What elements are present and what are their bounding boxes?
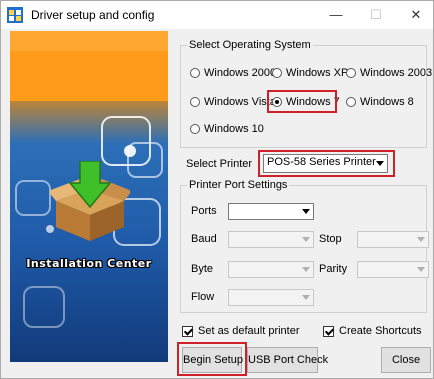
os-group-legend: Select Operating System [189,39,311,51]
highlight-begin-setup [177,342,247,376]
flow-label: Flow [191,291,215,303]
port-settings-legend: Printer Port Settings [189,179,288,191]
stop-select[interactable] [357,231,429,248]
select-printer-label: Select Printer [186,158,253,170]
baud-select[interactable] [228,231,314,248]
radio-windows-xp[interactable]: Windows XP [272,67,348,79]
radio-button[interactable] [190,68,200,78]
radio-button[interactable] [272,68,282,78]
maximize-button[interactable]: ☐ [359,1,393,29]
radio-button[interactable] [346,68,356,78]
radio-windows-vista[interactable]: Windows Vista [190,96,276,108]
checkbox-checked[interactable] [182,325,193,337]
ports-select[interactable] [228,203,314,220]
radio-button[interactable] [346,97,356,107]
radio-windows-2003[interactable]: Windows 2003 [346,67,432,79]
stop-label: Stop [319,233,342,245]
chevron-down-icon[interactable] [298,262,313,277]
close-window-button[interactable]: ✕ [399,1,433,29]
chevron-down-icon[interactable] [413,232,428,247]
banner-title: Installation Center [26,257,152,270]
default-printer-checkbox[interactable]: Set as default printer [182,325,300,337]
radio-button[interactable] [190,97,200,107]
baud-label: Baud [191,233,217,245]
window-title: Driver setup and config [31,8,155,22]
parity-label: Parity [319,263,348,275]
highlight-printer-select [258,150,395,177]
minimize-button[interactable]: — [319,1,353,29]
radio-windows-8[interactable]: Windows 8 [346,96,414,108]
create-shortcuts-checkbox[interactable]: Create Shortcuts [323,325,422,337]
package-box-icon [50,161,130,241]
chevron-down-icon[interactable] [298,290,313,305]
ports-label: Ports [191,205,217,217]
installation-banner: Installation Center [10,31,168,362]
chevron-down-icon[interactable] [413,262,428,277]
parity-select[interactable] [357,261,429,278]
radio-button[interactable] [190,124,200,134]
chevron-down-icon[interactable] [298,232,313,247]
checkbox-checked[interactable] [323,325,334,337]
close-button[interactable]: Close [381,347,431,373]
radio-windows-2000[interactable]: Windows 2000 [190,67,276,79]
byte-label: Byte [191,263,214,275]
app-icon [7,7,23,23]
radio-windows-10[interactable]: Windows 10 [190,123,264,135]
usb-port-check-button[interactable]: USB Port Check [247,347,328,373]
chevron-down-icon[interactable] [298,204,313,219]
title-bar[interactable]: Driver setup and config — ☐ ✕ [1,1,433,29]
highlight-windows-7 [267,90,337,113]
byte-select[interactable] [228,261,314,278]
flow-select[interactable] [228,289,314,306]
setup-window: Driver setup and config — ☐ ✕ Installati… [0,0,434,379]
